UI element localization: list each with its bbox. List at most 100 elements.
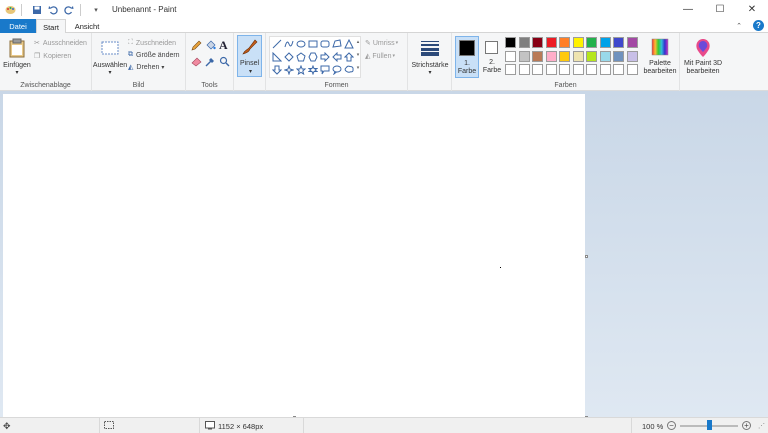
paste-dropdown-icon[interactable]: ▾: [3, 69, 31, 77]
undo-icon[interactable]: [47, 4, 59, 16]
size-button[interactable]: Strichstärke ▾: [410, 36, 450, 78]
zoom-slider-thumb[interactable]: [707, 420, 712, 430]
select-dropdown-icon[interactable]: ▾: [94, 69, 126, 77]
close-button[interactable]: ✕: [736, 0, 768, 19]
tab-file[interactable]: Datei: [0, 19, 36, 33]
shape-diamond-icon[interactable]: [283, 51, 294, 62]
palette-swatch[interactable]: [613, 64, 624, 75]
text-icon[interactable]: A: [219, 38, 228, 53]
palette-swatch[interactable]: [505, 50, 516, 62]
maximize-button[interactable]: ☐: [704, 0, 736, 19]
palette-swatch[interactable]: [545, 64, 557, 75]
palette-swatch[interactable]: [518, 50, 530, 62]
paint3d-label-line1: Mit Paint 3D: [683, 60, 723, 67]
palette-swatch[interactable]: [626, 64, 638, 75]
help-icon[interactable]: ?: [753, 20, 764, 31]
palette-swatch[interactable]: [599, 64, 611, 75]
palette-swatch[interactable]: [586, 64, 597, 75]
palette-swatch[interactable]: [586, 37, 597, 48]
tab-view[interactable]: Ansicht: [68, 19, 106, 33]
shape-polygon-icon[interactable]: [331, 38, 342, 49]
shape-arrow-right-icon[interactable]: [319, 51, 330, 62]
magnifier-icon[interactable]: [219, 56, 230, 69]
shape-callout-rect-icon[interactable]: [319, 64, 330, 75]
paste-button[interactable]: Einfügen ▾: [3, 36, 31, 78]
palette-swatch[interactable]: [613, 50, 624, 62]
palette-swatch[interactable]: [572, 64, 584, 75]
shape-rounded-rectangle-icon[interactable]: [319, 38, 330, 49]
outline-button[interactable]: ✎ Umriss ▾: [365, 39, 398, 48]
shape-arrow-down-icon[interactable]: [271, 64, 282, 75]
shape-pentagon-icon[interactable]: [295, 51, 306, 62]
copy-button[interactable]: ❐ Kopieren: [34, 52, 71, 61]
fill-bucket-icon[interactable]: [205, 40, 216, 53]
shape-rectangle-icon[interactable]: [307, 38, 318, 49]
color2-button[interactable]: 2. Farbe: [481, 36, 503, 78]
shape-curve-icon[interactable]: [283, 38, 294, 49]
palette-swatch[interactable]: [505, 64, 516, 75]
palette-swatch[interactable]: [545, 37, 557, 48]
palette-swatch[interactable]: [572, 37, 584, 48]
palette-swatch[interactable]: [559, 50, 570, 62]
cursor-position-icon: ✥: [3, 420, 11, 431]
palette-swatch[interactable]: [599, 50, 611, 62]
edit-palette-button[interactable]: Palette bearbeiten: [642, 36, 678, 78]
minimize-button[interactable]: —: [672, 0, 704, 19]
palette-swatch[interactable]: [505, 37, 516, 48]
zoom-in-button[interactable]: +: [742, 421, 751, 430]
collapse-ribbon-icon[interactable]: ⌃: [736, 22, 742, 30]
palette-swatch[interactable]: [586, 50, 597, 62]
palette-swatch[interactable]: [626, 50, 638, 62]
canvas-resize-handle-right[interactable]: [585, 255, 588, 258]
color1-button[interactable]: 1. Farbe: [455, 36, 479, 78]
shape-arrow-left-icon[interactable]: [331, 51, 342, 62]
palette-swatch[interactable]: [518, 64, 530, 75]
drawing-canvas[interactable]: [3, 94, 585, 417]
eraser-icon[interactable]: [191, 56, 202, 69]
color-picker-icon[interactable]: [205, 56, 216, 69]
shape-line-icon[interactable]: [271, 38, 282, 49]
shape-triangle-icon[interactable]: [343, 38, 354, 49]
shape-oval-icon[interactable]: [295, 38, 306, 49]
select-button[interactable]: Auswählen ▾: [93, 36, 127, 78]
palette-swatch[interactable]: [613, 37, 624, 48]
palette-swatch[interactable]: [532, 50, 543, 62]
resize-button[interactable]: ⧉ Größe ändern: [128, 51, 180, 59]
brush-icon: [242, 39, 258, 55]
resize-grip-icon[interactable]: ⋰: [758, 422, 765, 430]
palette-swatch[interactable]: [518, 37, 530, 48]
cut-button[interactable]: ✂ Ausschneiden: [34, 39, 87, 48]
shape-right-triangle-icon[interactable]: [271, 51, 282, 62]
tab-home[interactable]: Start: [36, 19, 66, 34]
palette-swatch[interactable]: [599, 37, 611, 48]
crop-button[interactable]: ⛶ Zuschneiden: [128, 39, 176, 47]
shape-arrow-up-icon[interactable]: [343, 51, 354, 62]
shape-hexagon-icon[interactable]: [307, 51, 318, 62]
palette-swatch[interactable]: [545, 50, 557, 62]
color2-swatch: [485, 41, 498, 54]
brushes-button[interactable]: Pinsel ▾: [237, 35, 262, 77]
palette-swatch[interactable]: [559, 64, 570, 75]
redo-icon[interactable]: [63, 4, 75, 16]
shape-star-five-icon[interactable]: [295, 64, 306, 75]
palette-swatch[interactable]: [626, 37, 638, 48]
rotate-label: Drehen: [136, 63, 160, 71]
palette-swatch[interactable]: [532, 37, 543, 48]
edit-with-paint3d-button[interactable]: Mit Paint 3D bearbeiten: [681, 36, 725, 78]
zoom-out-button[interactable]: −: [667, 421, 676, 430]
fill-button[interactable]: ◭ Füllen ▾: [365, 52, 395, 61]
save-icon[interactable]: [31, 4, 43, 16]
rotate-button[interactable]: ◭ Drehen ▾: [128, 63, 164, 72]
shape-callout-oval-icon[interactable]: [331, 64, 342, 75]
customize-quick-access-icon[interactable]: ▾: [90, 4, 102, 16]
shape-star-six-icon[interactable]: [307, 64, 318, 75]
shape-callout-cloud-icon[interactable]: [343, 64, 354, 75]
shapes-scroll[interactable]: ▴ ▾ ▾: [354, 36, 362, 78]
palette-swatch[interactable]: [559, 37, 570, 48]
pencil-icon[interactable]: [191, 40, 202, 53]
fill-icon: ◭: [365, 53, 371, 60]
palette-swatch[interactable]: [532, 64, 543, 75]
paint-app-icon[interactable]: [4, 4, 16, 16]
shape-star-four-icon[interactable]: [283, 64, 294, 75]
palette-swatch[interactable]: [572, 50, 584, 62]
